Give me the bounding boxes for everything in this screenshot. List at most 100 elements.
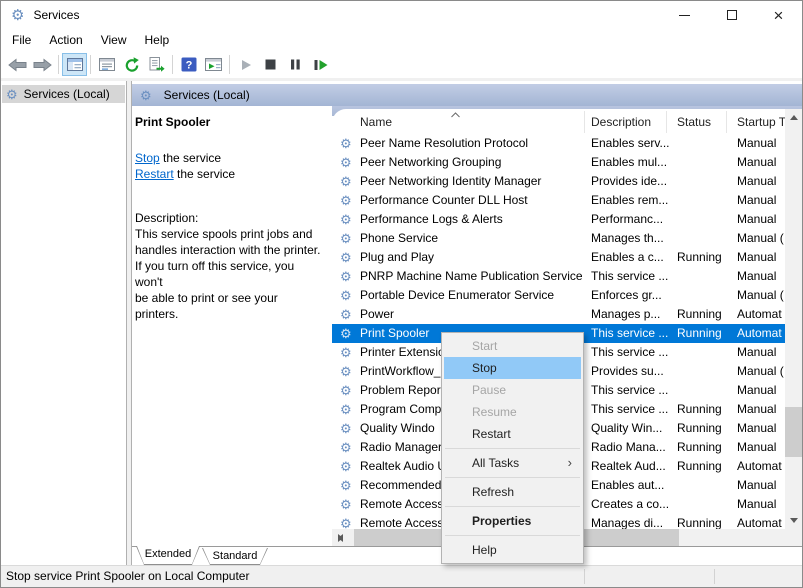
tree-item-services-local[interactable]: ⚙ Services (Local) bbox=[2, 85, 125, 103]
stop-service-link[interactable]: Stop bbox=[135, 151, 160, 165]
table-row[interactable]: ⚙Portable Device Enumerator ServiceEnfor… bbox=[332, 286, 785, 305]
restart-service-line: Restart the service bbox=[135, 166, 324, 182]
refresh-button[interactable] bbox=[119, 53, 144, 76]
cell-startup: Manual bbox=[727, 381, 785, 400]
back-button[interactable] bbox=[5, 53, 30, 76]
cell-startup: Manual bbox=[727, 210, 785, 229]
cell-description: Enables mul... bbox=[585, 153, 670, 172]
cell-startup: Automat bbox=[727, 324, 785, 343]
context-menu-item-refresh[interactable]: Refresh bbox=[444, 481, 581, 503]
cell-status bbox=[667, 191, 727, 210]
cell-status bbox=[667, 229, 727, 248]
menu-view[interactable]: View bbox=[92, 30, 136, 50]
table-row[interactable]: ⚙Performance Logs & AlertsPerformanc...M… bbox=[332, 210, 785, 229]
properties-icon bbox=[99, 58, 115, 71]
context-menu-item-properties[interactable]: Properties bbox=[444, 510, 581, 532]
menu-help[interactable]: Help bbox=[136, 30, 179, 50]
cell-description: Manages th... bbox=[585, 229, 670, 248]
minimize-button[interactable] bbox=[661, 1, 708, 29]
menubar: File Action View Help bbox=[1, 29, 802, 51]
cell-name: Performance Counter DLL Host bbox=[332, 191, 585, 210]
pause-service-button[interactable] bbox=[283, 53, 308, 76]
cell-description: Provides su... bbox=[585, 362, 670, 381]
list-header: Name Description Status Startup T bbox=[332, 111, 785, 133]
toolbar: ? bbox=[1, 51, 802, 78]
scroll-right-button[interactable] bbox=[332, 529, 349, 546]
vertical-scrollbar[interactable] bbox=[785, 109, 802, 529]
description-label: Description: bbox=[135, 210, 324, 226]
svg-text:?: ? bbox=[185, 60, 192, 72]
context-menu-separator bbox=[445, 506, 580, 507]
maximize-button[interactable] bbox=[708, 1, 755, 29]
context-menu-item-start: Start bbox=[444, 335, 581, 357]
cell-startup: Manual bbox=[727, 172, 785, 191]
console-tree-icon bbox=[67, 58, 83, 71]
forward-button[interactable] bbox=[30, 53, 55, 76]
cell-status bbox=[667, 172, 727, 191]
cell-status: Running bbox=[667, 324, 727, 343]
cell-description: Enables rem... bbox=[585, 191, 670, 210]
console-tree-panel: ⚙ Services (Local) bbox=[1, 81, 127, 565]
restart-service-link[interactable]: Restart bbox=[135, 167, 174, 181]
tab-extended[interactable]: Extended bbox=[136, 546, 200, 565]
all-tasks-label: All Tasks bbox=[472, 456, 519, 470]
table-row[interactable]: ⚙Peer Name Resolution ProtocolEnables se… bbox=[332, 134, 785, 153]
table-row[interactable]: ⚙PowerManages p...RunningAutomat bbox=[332, 305, 785, 324]
cell-startup: Manual ( bbox=[727, 229, 785, 248]
menu-action[interactable]: Action bbox=[40, 30, 91, 50]
cell-name: Portable Device Enumerator Service bbox=[332, 286, 585, 305]
context-menu-item-help[interactable]: Help bbox=[444, 539, 581, 561]
cell-status: Running bbox=[667, 400, 727, 419]
help-button[interactable]: ? bbox=[176, 53, 201, 76]
properties-button[interactable] bbox=[94, 53, 119, 76]
table-row[interactable]: ⚙Peer Networking GroupingEnables mul...M… bbox=[332, 153, 785, 172]
cell-status bbox=[667, 362, 727, 381]
cell-startup: Automat bbox=[727, 305, 785, 324]
services-node-icon: ⚙ bbox=[6, 88, 18, 101]
forward-icon bbox=[33, 58, 52, 72]
show-console-tree-button[interactable] bbox=[62, 53, 87, 76]
table-row[interactable]: ⚙Performance Counter DLL HostEnables rem… bbox=[332, 191, 785, 210]
cell-description: This service ... bbox=[585, 400, 670, 419]
table-row[interactable]: ⚙Phone ServiceManages th...Manual ( bbox=[332, 229, 785, 248]
table-row[interactable]: ⚙Plug and PlayEnables a c...RunningManua… bbox=[332, 248, 785, 267]
cell-status bbox=[667, 210, 727, 229]
cell-name: PNRP Machine Name Publication Service bbox=[332, 267, 585, 286]
scroll-up-icon bbox=[790, 115, 798, 120]
scroll-up-button[interactable] bbox=[785, 109, 802, 126]
restart-service-button[interactable] bbox=[308, 53, 333, 76]
start-service-button[interactable] bbox=[233, 53, 258, 76]
submenu-arrow-icon: › bbox=[568, 452, 572, 474]
cell-status bbox=[667, 476, 727, 495]
menu-file[interactable]: File bbox=[3, 30, 40, 50]
cell-description: Quality Win... bbox=[585, 419, 670, 438]
context-menu-item-restart[interactable]: Restart bbox=[444, 423, 581, 445]
table-row[interactable]: ⚙PNRP Machine Name Publication ServiceTh… bbox=[332, 267, 785, 286]
column-header-startup-type[interactable]: Startup T bbox=[727, 111, 788, 133]
cell-status bbox=[667, 153, 727, 172]
cell-status bbox=[667, 381, 727, 400]
cell-description: Manages di... bbox=[585, 514, 670, 529]
context-menu-item-stop[interactable]: Stop bbox=[444, 357, 581, 379]
close-button[interactable]: × bbox=[755, 1, 802, 29]
export-list-button[interactable] bbox=[144, 53, 169, 76]
action-pane-button[interactable] bbox=[201, 53, 226, 76]
context-menu-item-all-tasks[interactable]: All Tasks › bbox=[444, 452, 581, 474]
statusbar-text: Stop service Print Spooler on Local Comp… bbox=[6, 569, 249, 583]
column-header-status[interactable]: Status bbox=[667, 111, 727, 133]
cell-startup: Manual bbox=[727, 495, 785, 514]
cell-status: Running bbox=[667, 438, 727, 457]
description-line: be able to print or see your printers. bbox=[135, 290, 324, 322]
cell-startup: Manual bbox=[727, 267, 785, 286]
back-icon bbox=[8, 58, 27, 72]
vertical-scrollbar-thumb[interactable] bbox=[785, 407, 802, 457]
cell-name: Peer Networking Grouping bbox=[332, 153, 585, 172]
scroll-down-button[interactable] bbox=[785, 512, 802, 529]
cell-description: Enforces gr... bbox=[585, 286, 670, 305]
table-row[interactable]: ⚙Peer Networking Identity ManagerProvide… bbox=[332, 172, 785, 191]
toolbar-separator bbox=[90, 55, 91, 74]
context-menu-separator bbox=[445, 477, 580, 478]
column-header-description[interactable]: Description bbox=[585, 111, 667, 133]
tab-standard[interactable]: Standard bbox=[202, 548, 268, 565]
stop-service-button[interactable] bbox=[258, 53, 283, 76]
